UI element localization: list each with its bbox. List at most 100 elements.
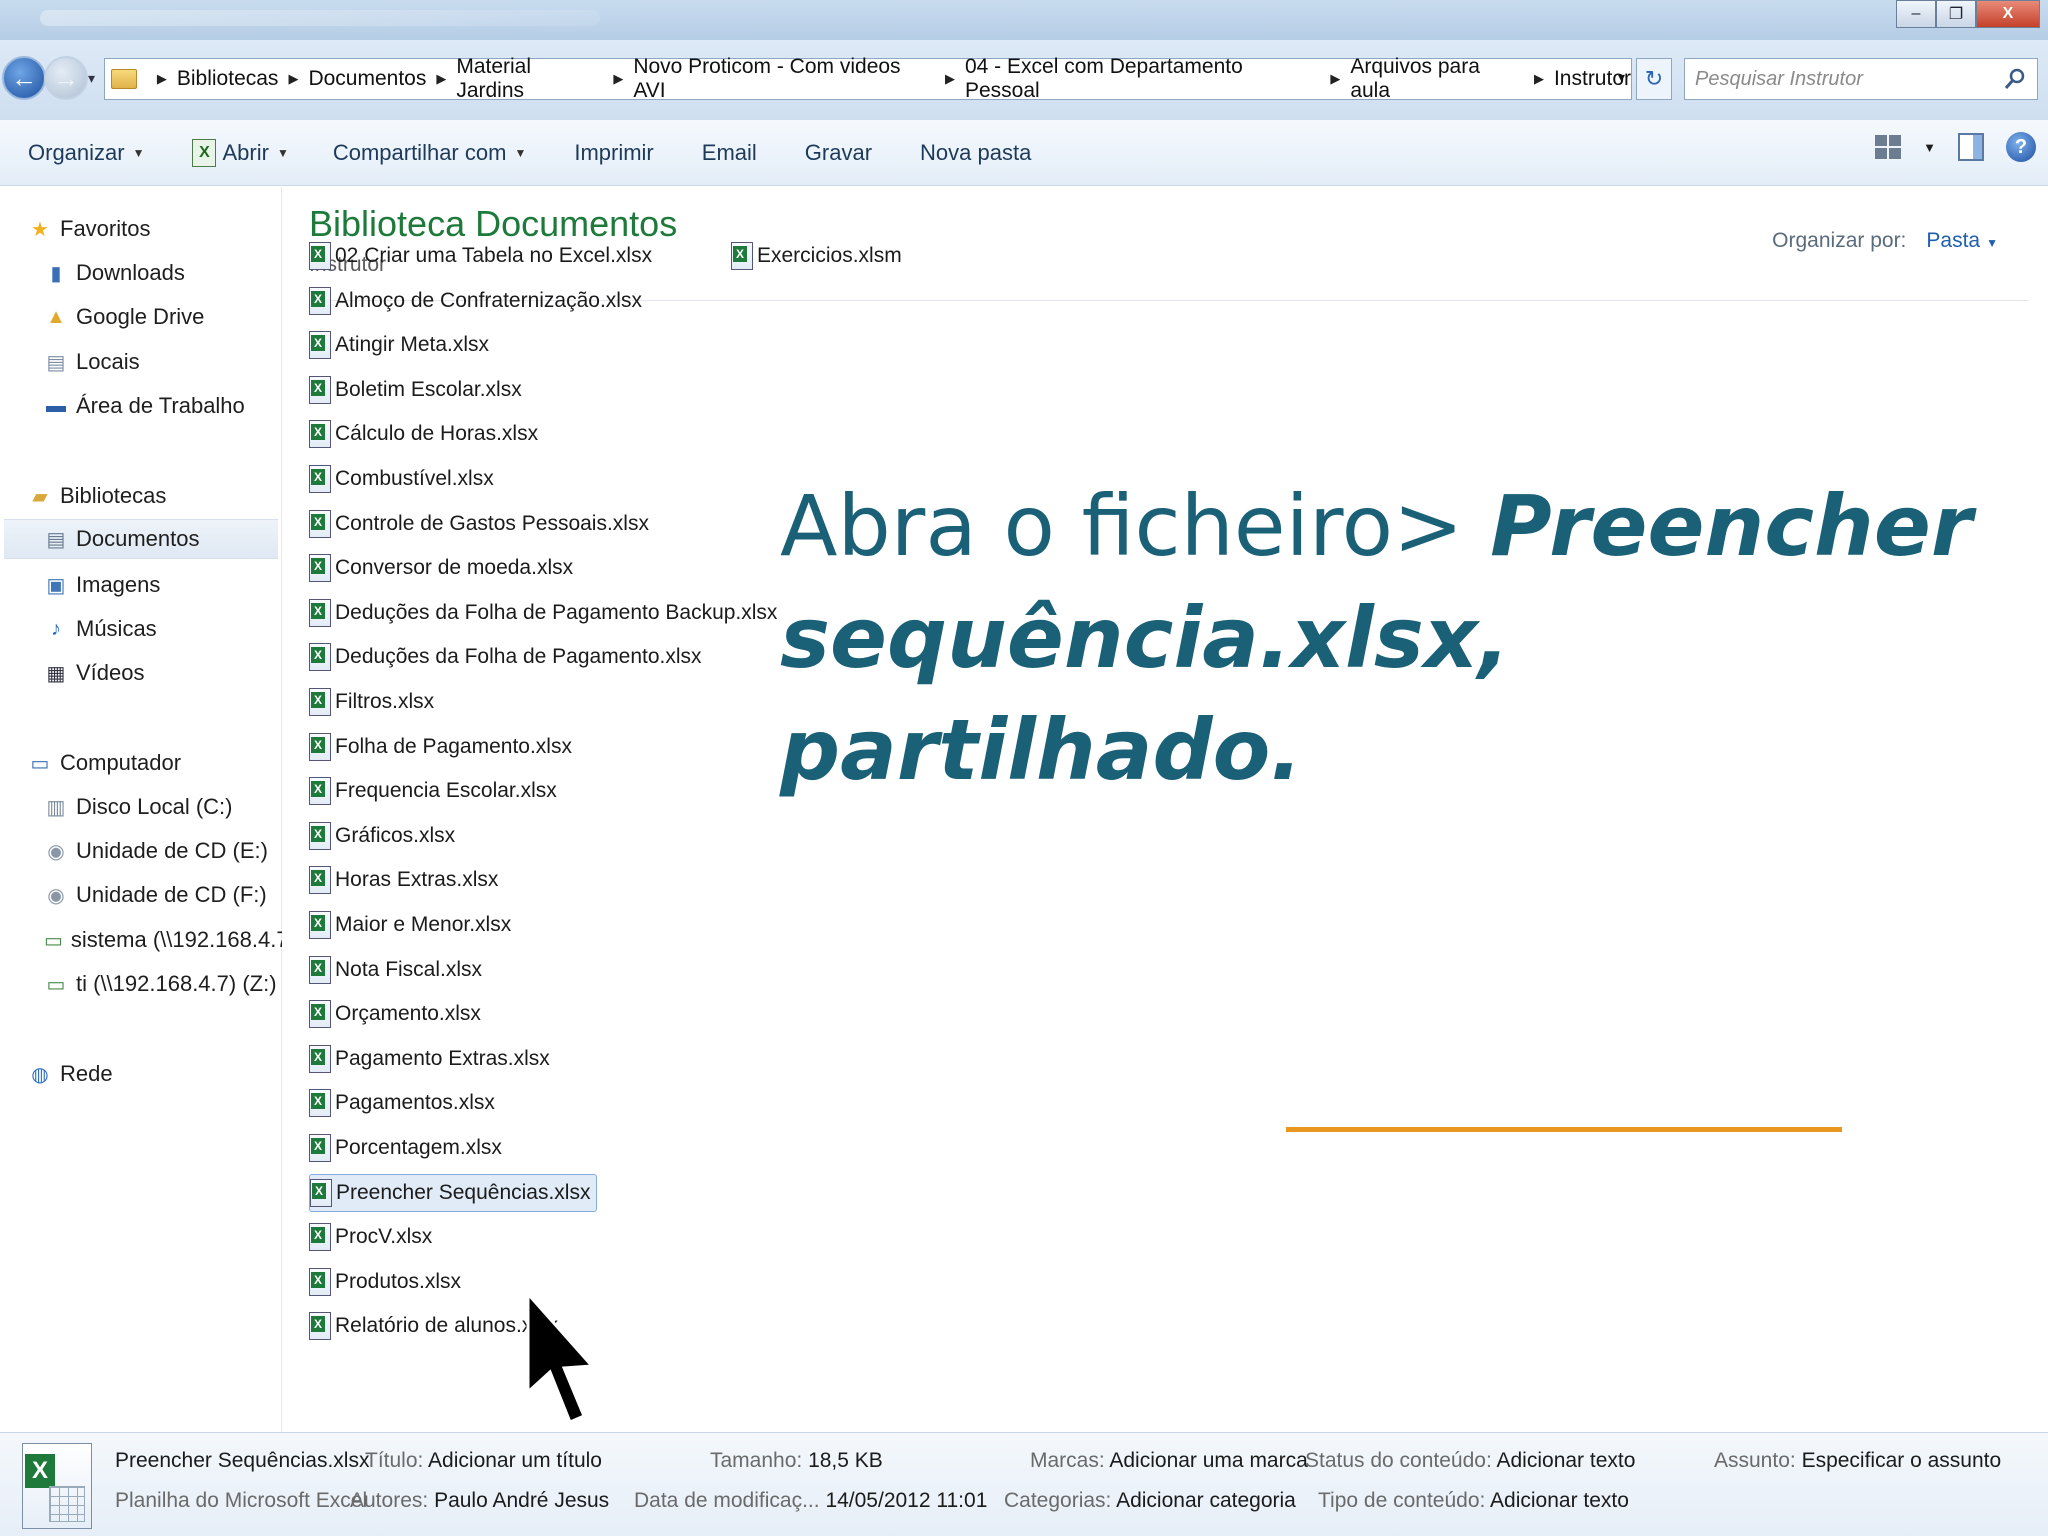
file-item[interactable]: Nota Fiscal.xlsx xyxy=(309,951,488,989)
search-icon[interactable] xyxy=(2003,67,2027,91)
nav-disk-c[interactable]: ▥ Disco Local (C:) xyxy=(44,787,233,827)
open-button[interactable]: X Abrir ▼ xyxy=(190,133,290,173)
file-item[interactable]: Boletim Escolar.xlsx xyxy=(309,371,528,409)
breadcrumb-separator-icon[interactable]: ▶ xyxy=(1330,71,1340,87)
mouse-cursor-icon xyxy=(526,1292,596,1424)
forward-button[interactable]: → xyxy=(44,56,88,100)
file-item[interactable]: Porcentagem.xlsx xyxy=(309,1129,508,1167)
help-icon[interactable]: ? xyxy=(2006,132,2036,162)
nav-network-drive-y[interactable]: ▭ sistema (\\192.168.4.7) (Y: xyxy=(44,920,282,960)
chevron-down-icon: ▼ xyxy=(1986,236,1998,250)
organize-menu[interactable]: Organizar ▼ xyxy=(26,133,146,173)
arrange-by-label: Organizar por: xyxy=(1772,229,1907,252)
search-box[interactable] xyxy=(1684,58,2038,100)
recent-pages-dropdown[interactable]: ▾ xyxy=(88,70,95,87)
details-content-status[interactable]: Status do conteúdo: Adicionar texto xyxy=(1305,1449,1635,1473)
file-item[interactable]: Folha de Pagamento.xlsx xyxy=(309,728,578,766)
breadcrumb-separator-icon[interactable]: ▶ xyxy=(157,71,167,87)
file-item[interactable]: Orçamento.xlsx xyxy=(309,995,487,1033)
breadcrumb-item[interactable]: Material Jardins xyxy=(456,55,603,103)
file-item[interactable]: Conversor de moeda.xlsx xyxy=(309,549,579,587)
breadcrumb-separator-icon[interactable]: ▶ xyxy=(613,71,623,87)
details-content-type[interactable]: Tipo de conteúdo: Adicionar texto xyxy=(1318,1489,1629,1513)
print-button[interactable]: Imprimir xyxy=(572,133,655,173)
file-name: Nota Fiscal.xlsx xyxy=(335,958,483,981)
details-authors[interactable]: Autores: Paulo André Jesus xyxy=(350,1489,609,1513)
file-item[interactable]: Horas Extras.xlsx xyxy=(309,861,504,899)
nav-documents[interactable]: ▤ Documentos xyxy=(4,519,278,559)
details-title-value: Adicionar um título xyxy=(428,1449,602,1472)
maximize-button[interactable]: ❐ xyxy=(1936,0,1976,28)
file-item[interactable]: Deduções da Folha de Pagamento.xlsx xyxy=(309,638,708,676)
file-item[interactable]: Filtros.xlsx xyxy=(309,683,440,721)
file-item[interactable]: Controle de Gastos Pessoais.xlsx xyxy=(309,505,655,543)
excel-file-icon xyxy=(309,688,331,716)
nav-images[interactable]: ▣ Imagens xyxy=(44,565,161,605)
breadcrumb-item[interactable]: Arquivos para aula xyxy=(1350,55,1524,103)
file-item[interactable]: Pagamento Extras.xlsx xyxy=(309,1040,556,1078)
excel-file-icon xyxy=(309,510,331,538)
excel-file-icon xyxy=(731,242,753,270)
file-item[interactable]: Exercicios.xlsm xyxy=(731,237,908,275)
minimize-button[interactable]: – xyxy=(1896,0,1936,28)
file-item[interactable]: Combustível.xlsx xyxy=(309,460,500,498)
breadcrumb-separator-icon[interactable]: ▶ xyxy=(945,71,955,87)
file-item[interactable]: Pagamentos.xlsx xyxy=(309,1084,501,1122)
details-subject[interactable]: Assunto: Especificar o assunto xyxy=(1714,1449,2001,1473)
views-dropdown-icon[interactable]: ▼ xyxy=(1923,140,1936,155)
file-item[interactable]: Almoço de Confraternização.xlsx xyxy=(309,282,648,320)
nav-music[interactable]: ♪ Músicas xyxy=(44,609,157,649)
breadcrumb-item[interactable]: Novo Proticom - Com videos AVI xyxy=(633,55,935,103)
refresh-button[interactable]: ↻ xyxy=(1636,58,1672,100)
file-name: Almoço de Confraternização.xlsx xyxy=(335,289,642,312)
nav-downloads[interactable]: ▮ Downloads xyxy=(44,253,184,293)
new-folder-button[interactable]: Nova pasta xyxy=(918,133,1033,173)
breadcrumb-separator-icon[interactable]: ▶ xyxy=(288,71,298,87)
file-item[interactable]: Produtos.xlsx xyxy=(309,1263,467,1301)
file-item[interactable]: Cálculo de Horas.xlsx xyxy=(309,415,544,453)
details-title[interactable]: Título: Adicionar um título xyxy=(365,1449,602,1473)
search-input[interactable] xyxy=(1695,67,1985,91)
file-item[interactable]: Frequencia Escolar.xlsx xyxy=(309,772,563,810)
file-name: Horas Extras.xlsx xyxy=(335,868,499,891)
file-item[interactable]: ProcV.xlsx xyxy=(309,1218,438,1256)
details-categories[interactable]: Categorias: Adicionar categoria xyxy=(1004,1489,1296,1513)
file-item[interactable]: Deduções da Folha de Pagamento Backup.xl… xyxy=(309,594,783,632)
nav-network-drive-z[interactable]: ▭ ti (\\192.168.4.7) (Z:) xyxy=(44,964,277,1004)
file-item[interactable]: Preencher Sequências.xlsx xyxy=(309,1174,598,1212)
nav-google-drive[interactable]: ▲ Google Drive xyxy=(44,297,204,337)
nav-cd-e[interactable]: ◉ Unidade de CD (E:) xyxy=(44,831,268,871)
file-item[interactable]: Gráficos.xlsx xyxy=(309,817,461,855)
email-button[interactable]: Email xyxy=(700,133,759,173)
breadcrumb-separator-icon[interactable]: ▶ xyxy=(1534,71,1544,87)
instruction-text-bold-1: Preencher xyxy=(1490,477,1973,575)
nav-computer[interactable]: ▭ Computador xyxy=(28,743,182,783)
file-item[interactable]: Maior e Menor.xlsx xyxy=(309,906,517,944)
breadcrumb-separator-icon[interactable]: ▶ xyxy=(436,71,446,87)
share-menu[interactable]: Compartilhar com ▼ xyxy=(331,133,529,173)
nav-locais[interactable]: ▤ Locais xyxy=(44,342,140,382)
excel-file-icon xyxy=(309,1312,331,1340)
breadcrumb-item[interactable]: Documentos xyxy=(308,67,426,91)
address-dropdown-icon[interactable]: ▾ xyxy=(1618,69,1625,86)
details-tags[interactable]: Marcas: Adicionar uma marca xyxy=(1030,1449,1308,1473)
breadcrumb-item[interactable]: 04 - Excel com Departamento Pessoal xyxy=(965,55,1320,103)
breadcrumb-item[interactable]: Bibliotecas xyxy=(177,67,279,91)
nav-network[interactable]: ◍ Rede xyxy=(28,1054,112,1094)
nav-favorites[interactable]: ★ Favoritos xyxy=(28,209,150,249)
burn-button[interactable]: Gravar xyxy=(803,133,874,173)
chevron-down-icon: ▼ xyxy=(132,145,145,160)
arrange-by-dropdown[interactable]: Pasta ▼ xyxy=(1926,229,1998,253)
nav-cd-f[interactable]: ◉ Unidade de CD (F:) xyxy=(44,875,266,915)
nav-videos[interactable]: ▦ Vídeos xyxy=(44,653,145,693)
nav-libraries[interactable]: ▰ Bibliotecas xyxy=(28,476,166,516)
file-name: ProcV.xlsx xyxy=(335,1225,433,1248)
views-icon[interactable] xyxy=(1875,135,1902,159)
back-button[interactable]: ← xyxy=(2,56,46,100)
address-bar[interactable]: ▶ Bibliotecas ▶ Documentos ▶ Material Jardins… xyxy=(104,55,1632,103)
file-item[interactable]: Atingir Meta.xlsx xyxy=(309,326,495,364)
preview-pane-icon[interactable] xyxy=(1958,133,1984,161)
file-item[interactable]: 02 Criar uma Tabela no Excel.xlsx xyxy=(309,237,658,275)
nav-desktop[interactable]: ▬ Área de Trabalho xyxy=(44,386,245,426)
close-button[interactable]: X xyxy=(1976,0,2040,28)
